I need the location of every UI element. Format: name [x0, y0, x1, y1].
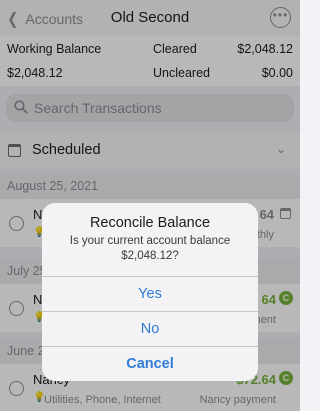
alert-message: Is your current account balance $2,048.1…	[69, 235, 231, 262]
no-button[interactable]: No	[42, 311, 258, 346]
reconcile-alert: Reconcile Balance Is your current accoun…	[42, 203, 258, 381]
alert-title: Reconcile Balance	[89, 215, 211, 231]
yes-button[interactable]: Yes	[42, 276, 258, 311]
cancel-button[interactable]: Cancel	[42, 346, 258, 381]
